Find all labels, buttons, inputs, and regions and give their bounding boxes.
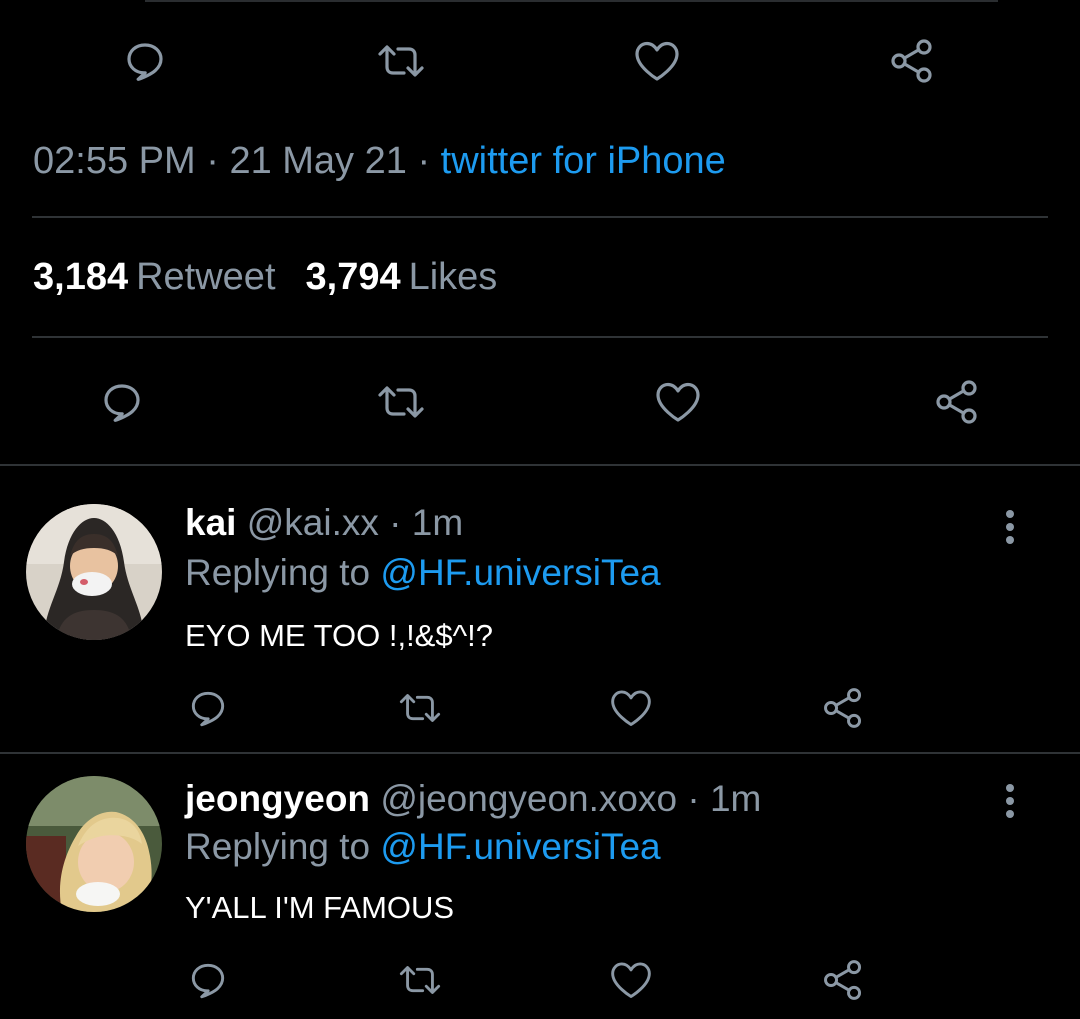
reply-author-name[interactable]: kai [185,502,236,543]
reply-time: 1m [411,502,464,543]
tweet-action-bar-main [0,372,1080,432]
share-button[interactable] [813,678,873,738]
reply-time: 1m [709,778,762,819]
share-button[interactable] [813,950,873,1010]
reply-text: EYO ME TOO !,!&$^!? [185,618,494,653]
like-button[interactable] [601,950,661,1010]
avatar[interactable] [26,504,162,640]
heart-icon [656,382,700,422]
replying-to-line: Replying to @HF.universiTea [185,826,661,868]
reply-icon [191,691,225,727]
replying-to-prefix: Replying to [185,552,371,593]
stats-divider [32,336,1048,338]
tweet-stats: 3,184 Retweet 3,794 Likes [33,256,497,299]
reply-button[interactable] [92,372,152,432]
reply-button[interactable] [115,31,175,91]
like-button[interactable] [601,678,661,738]
more-vertical-icon [1006,784,1014,818]
tweet-date: 21 May 21 [229,140,407,182]
avatar[interactable] [26,776,162,912]
meta-separator: · [389,502,402,543]
like-button[interactable] [627,31,687,91]
retweet-label: Retweet [136,256,276,298]
tweet-detail-screen: 02:55 PM · 21 May 21 · twitter for iPhon… [0,0,1080,1019]
reply-header: kai @kai.xx · 1m [185,502,463,544]
reply-icon [104,384,140,422]
meta-divider [32,216,1048,218]
likes-label: Likes [408,256,498,298]
meta-separator: · [417,140,431,182]
tweet-source-link[interactable]: twitter for iPhone [441,140,726,182]
heart-icon [611,690,651,726]
meta-separator: · [687,778,700,819]
replying-to-mention[interactable]: @HF.universiTea [380,552,660,593]
like-button[interactable] [648,372,708,432]
likes-count: 3,794 [305,256,401,298]
share-button[interactable] [927,372,987,432]
share-icon [824,688,862,728]
tweet-action-bar [0,31,1080,91]
retweet-icon [399,694,441,722]
reply-item[interactable]: jeongyeon @jeongyeon.xoxo · 1m Replying … [0,754,1080,1019]
reply-author-handle[interactable]: @kai.xx [247,502,379,543]
replying-to-line: Replying to @HF.universiTea [185,552,661,594]
reply-button[interactable] [178,950,238,1010]
tweet-timestamp-line: 02:55 PM · 21 May 21 · twitter for iPhon… [33,140,726,183]
retweet-button[interactable] [390,950,450,1010]
retweet-button[interactable] [371,31,431,91]
retweet-stat[interactable]: 3,184 Retweet [33,256,276,298]
meta-separator: · [206,140,219,182]
reply-action-bar [0,678,1080,738]
replying-to-mention[interactable]: @HF.universiTea [380,826,660,867]
retweet-button[interactable] [371,372,431,432]
reply-author-name[interactable]: jeongyeon [185,778,370,819]
retweet-button[interactable] [390,678,450,738]
retweet-count: 3,184 [33,256,129,298]
heart-icon [611,962,651,998]
replying-to-prefix: Replying to [185,826,371,867]
reply-icon [127,43,163,81]
reply-text: Y'ALL I'M FAMOUS [185,890,455,925]
share-icon [891,39,932,83]
reply-item[interactable]: kai @kai.xx · 1m Replying to @HF.univers… [0,466,1080,752]
retweet-icon [399,966,441,994]
retweet-icon [378,45,424,77]
more-options-button[interactable] [990,502,1030,552]
reply-button[interactable] [178,678,238,738]
top-divider [145,0,998,2]
likes-stat[interactable]: 3,794 Likes [306,256,498,298]
heart-icon [635,41,679,81]
retweet-icon [378,386,424,418]
share-button[interactable] [882,31,942,91]
more-vertical-icon [1006,510,1014,544]
more-options-button[interactable] [990,776,1030,826]
reply-header: jeongyeon @jeongyeon.xoxo · 1m [185,778,761,820]
share-icon [824,960,862,1000]
reply-author-handle[interactable]: @jeongyeon.xoxo [380,778,677,819]
tweet-time: 02:55 PM [33,140,196,182]
share-icon [936,380,977,424]
reply-icon [191,963,225,999]
reply-action-bar [0,950,1080,1010]
